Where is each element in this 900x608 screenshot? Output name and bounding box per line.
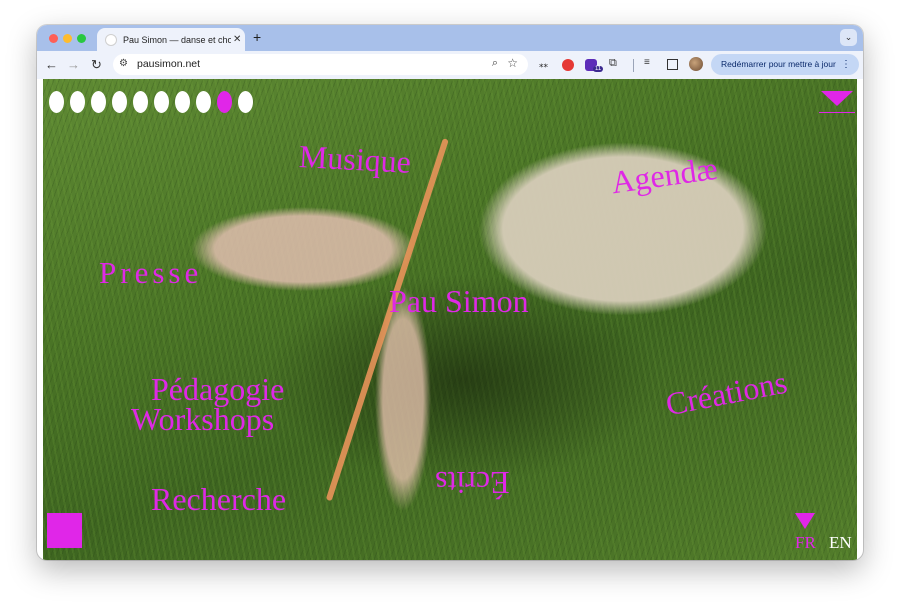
tab-close-icon[interactable]: ✕: [233, 34, 241, 45]
slide-dot[interactable]: [112, 91, 127, 113]
background-photo-detail: [325, 138, 449, 502]
more-menu-icon[interactable]: ⋮: [841, 54, 851, 75]
nav-link-ecrits[interactable]: Écrits: [435, 465, 510, 501]
slide-dots: [49, 91, 253, 113]
toolbar-divider: [633, 59, 634, 72]
square-button[interactable]: [47, 513, 82, 548]
extension-badge: 11: [593, 66, 604, 72]
close-window-button[interactable]: [49, 34, 58, 43]
reload-button[interactable]: ↻: [91, 57, 102, 73]
slide-dot[interactable]: [91, 91, 106, 113]
back-button[interactable]: ←: [45, 57, 58, 72]
zoom-icon[interactable]: ⌕: [492, 57, 498, 70]
nav-link-pau-simon[interactable]: Pau Simon: [389, 285, 529, 317]
slide-dot[interactable]: [217, 91, 232, 113]
url-text[interactable]: pausimon.net: [137, 58, 200, 70]
side-panel-icon[interactable]: [667, 59, 678, 70]
menu-underline: [819, 112, 855, 113]
slide-dot[interactable]: [238, 91, 253, 113]
menu-toggle-button[interactable]: [819, 91, 855, 113]
nav-link-agendae[interactable]: Agendæ: [609, 150, 720, 200]
nav-link-recherche[interactable]: Recherche: [151, 483, 286, 515]
nav-link-creations[interactable]: Créations: [663, 364, 790, 423]
address-bar[interactable]: ⚙ pausimon.net ⌕ ☆: [113, 54, 528, 75]
page-content: Musique Agendæ Presse Pau Simon Pédagogi…: [43, 79, 857, 560]
lang-en-link[interactable]: EN: [829, 533, 852, 553]
password-extension-icon[interactable]: ⁎⁎: [539, 59, 548, 70]
opera-extension-icon[interactable]: [562, 59, 574, 71]
slide-dot[interactable]: [133, 91, 148, 113]
tab-bar: Pau Simon — danse et chorégraphie ✕ + ⌄: [37, 25, 863, 51]
browser-toolbar: ← → ↻ ⚙ pausimon.net ⌕ ☆ ⁎⁎ 11 ⧉ ≡ Redém…: [37, 51, 863, 79]
tab-active[interactable]: Pau Simon — danse et chorégraphie ✕: [97, 28, 245, 51]
nav-link-presse[interactable]: Presse: [99, 257, 202, 288]
slide-dot[interactable]: [154, 91, 169, 113]
minimize-window-button[interactable]: [63, 34, 72, 43]
slide-dot[interactable]: [196, 91, 211, 113]
browser-window: Pau Simon — danse et chorégraphie ✕ + ⌄ …: [37, 25, 863, 560]
maximize-window-button[interactable]: [77, 34, 86, 43]
triangle-down-icon: [795, 513, 815, 529]
tab-title: Pau Simon — danse et chorégraphie: [123, 34, 231, 45]
site-info-icon[interactable]: ⚙: [119, 58, 128, 69]
favicon-icon: [105, 33, 117, 46]
bookmark-star-icon[interactable]: ☆: [507, 56, 518, 70]
profile-avatar[interactable]: [689, 57, 703, 71]
triangle-down-icon: [821, 91, 853, 106]
tab-search-button[interactable]: ⌄: [840, 29, 857, 46]
new-tab-button[interactable]: +: [253, 29, 261, 45]
lang-fr-link[interactable]: FR: [795, 533, 816, 553]
extensions-puzzle-icon[interactable]: ⧉: [609, 57, 617, 70]
slide-dot[interactable]: [70, 91, 85, 113]
restart-update-button[interactable]: Redémarrer pour mettre à jour ⋮: [711, 54, 859, 75]
reading-list-icon[interactable]: ≡: [644, 57, 650, 68]
forward-button[interactable]: →: [67, 57, 80, 72]
nav-link-musique[interactable]: Musique: [298, 138, 412, 180]
slide-dot[interactable]: [49, 91, 64, 113]
restart-label: Redémarrer pour mettre à jour: [721, 59, 836, 69]
slide-dot[interactable]: [175, 91, 190, 113]
nav-link-workshops[interactable]: Workshops: [131, 403, 274, 435]
